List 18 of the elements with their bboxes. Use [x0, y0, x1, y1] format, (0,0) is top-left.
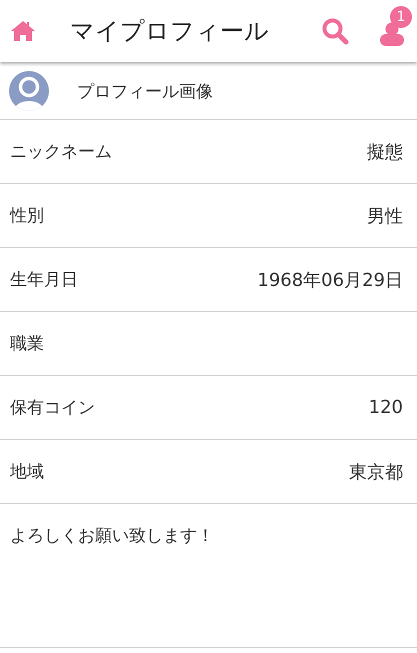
bio-text: よろしくお願い致します！ [10, 526, 214, 546]
search-icon[interactable] [321, 17, 349, 45]
notification-badge: 1 [390, 6, 412, 28]
field-value: 1968年06月29日 [257, 268, 403, 292]
page-title: マイプロフィール [70, 16, 270, 47]
field-label: ニックネーム [10, 141, 112, 163]
field-label: 地域 [10, 461, 44, 483]
field-value: 擬態 [367, 140, 403, 164]
field-value: 男性 [367, 204, 403, 228]
profile-image-label: プロフィール画像 [77, 80, 213, 102]
field-label: 保有コイン [10, 397, 95, 419]
avatar-icon[interactable] [9, 71, 49, 111]
field-value: 120 [368, 397, 403, 418]
field-label: 性別 [10, 205, 44, 227]
field-label: 生年月日 [10, 269, 78, 291]
field-value: 東京都 [349, 460, 403, 484]
home-icon[interactable] [10, 20, 36, 42]
field-label: 職業 [10, 333, 44, 355]
